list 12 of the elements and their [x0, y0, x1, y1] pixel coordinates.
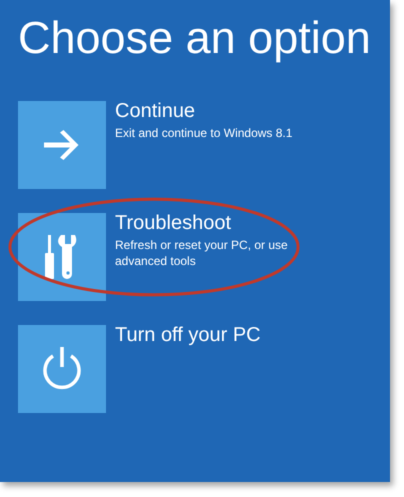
- page-title: Choose an option: [18, 11, 372, 65]
- option-tile[interactable]: [18, 213, 106, 301]
- option-title[interactable]: Turn off your PC: [115, 323, 315, 347]
- option-title[interactable]: Continue: [115, 99, 315, 123]
- tools-icon: [45, 235, 79, 279]
- arrow-icon: [44, 130, 80, 160]
- option-tile[interactable]: [18, 101, 106, 189]
- option-tile[interactable]: [18, 325, 106, 413]
- option-description: Exit and continue to Windows 8.1: [115, 125, 294, 141]
- power-icon: [42, 347, 82, 391]
- option-description: Refresh or reset your PC, or use advanced tools: [115, 237, 289, 269]
- option-title[interactable]: Troubleshoot: [115, 211, 315, 235]
